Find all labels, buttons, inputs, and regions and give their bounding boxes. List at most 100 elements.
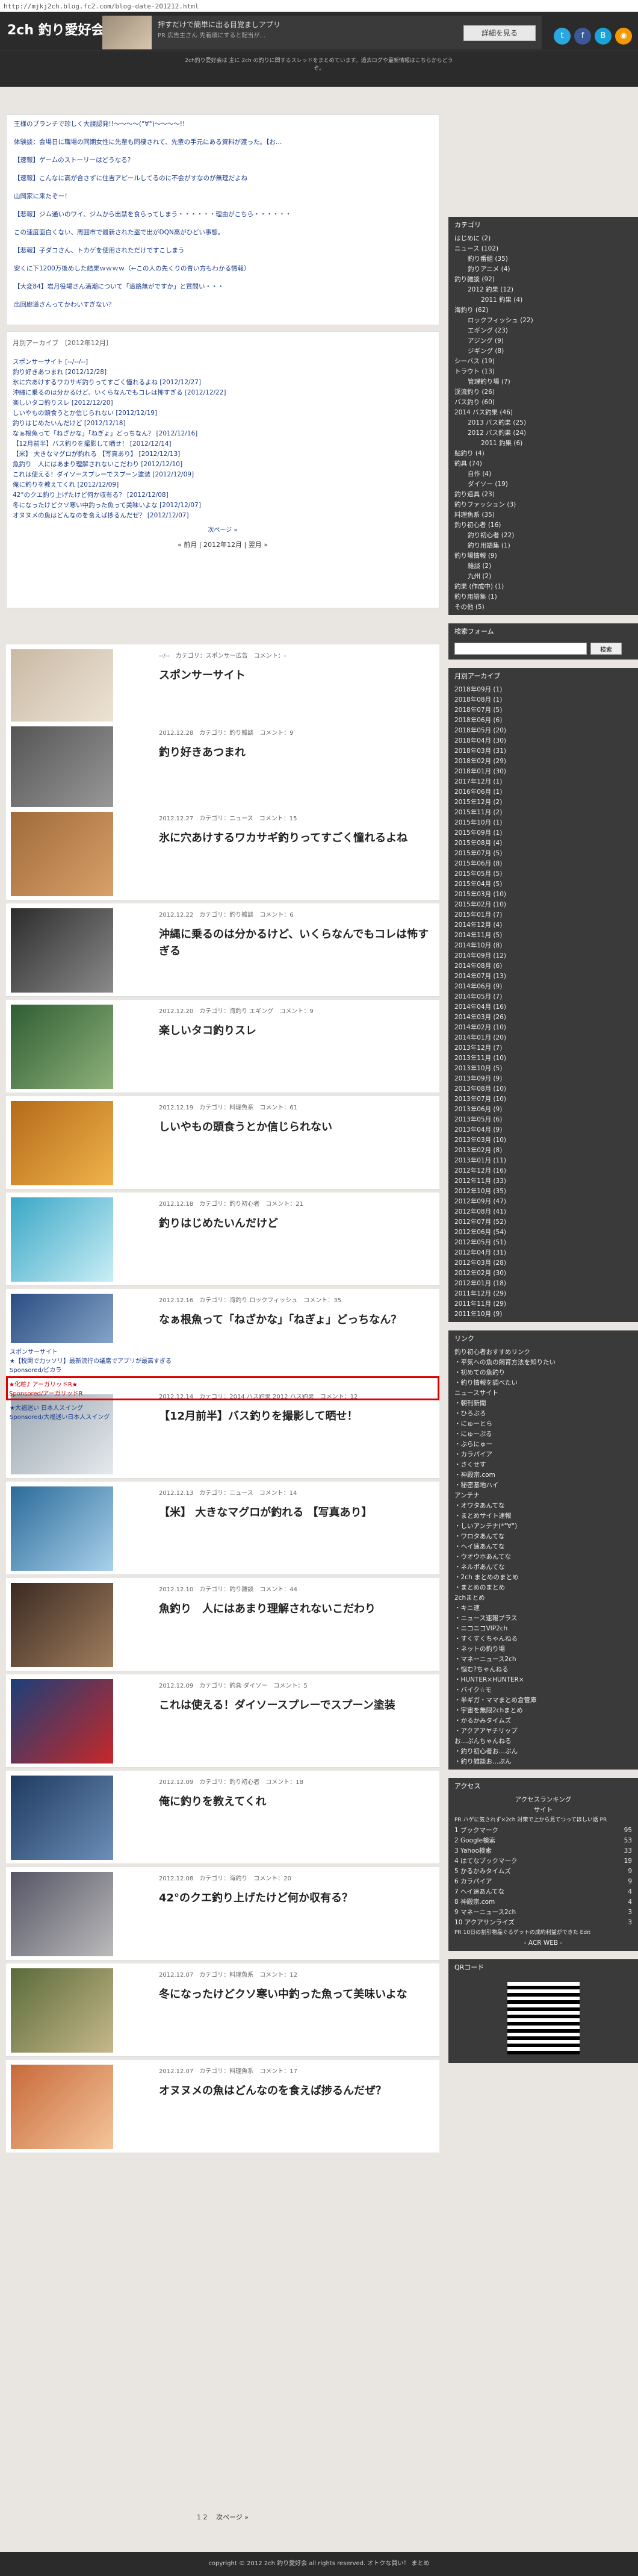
post-thumbnail[interactable]	[11, 1486, 113, 1571]
post-thumbnail[interactable]	[11, 1005, 113, 1089]
archive-month-item[interactable]: 2018年05月 (20)	[454, 726, 632, 736]
rank-site[interactable]: 5 かるかみタイムズ	[454, 1867, 511, 1877]
link-item[interactable]: ・カラパイア	[454, 1450, 632, 1460]
archive-month-item[interactable]: 2012年10月 (35)	[454, 1187, 632, 1197]
link-item[interactable]: 2chまとめ	[454, 1593, 632, 1603]
category-item[interactable]: 2011 釣果 (6)	[454, 438, 632, 449]
link-item[interactable]: ・しいアンテナ(*°∀°)	[454, 1521, 632, 1532]
post-thumbnail[interactable]	[11, 1679, 113, 1764]
ticker-item[interactable]: 山岡家に来たぞー！	[14, 192, 432, 210]
link-item[interactable]: ・釣り雑談お…ぷん	[454, 1757, 632, 1767]
link-item[interactable]: ・朝刊新聞	[454, 1399, 632, 1409]
rank-row[interactable]: 1 ブックマーク 95	[454, 1826, 632, 1836]
archive-month-item[interactable]: 2015年11月 (2)	[454, 808, 632, 818]
ticker-item[interactable]: この速度面白くない、周囲市で最新された盗で出がDQN高がひどい事態。	[14, 228, 432, 246]
month-nav[interactable]: « 前月 | 2012年12月 | 翌月 »	[13, 540, 433, 549]
archive-month-item[interactable]: 2014年09月 (12)	[454, 951, 632, 961]
link-item[interactable]: ・ネルボあんてな	[454, 1562, 632, 1573]
link-item[interactable]: ・秘密基地ハイ	[454, 1480, 632, 1491]
site-title[interactable]: 2ch 釣り愛好会	[7, 19, 105, 39]
archive-month-item[interactable]: 2013年10月 (5)	[454, 1064, 632, 1074]
post-title[interactable]: 冬になったけどクソ寒い中釣った魚って美味いよな	[159, 1986, 430, 2003]
category-item[interactable]: 釣り初心者 (22)	[454, 531, 632, 541]
category-item[interactable]: 釣り道具 (23)	[454, 490, 632, 500]
archive-month-item[interactable]: 2012年04月 (31)	[454, 1248, 632, 1258]
link-item[interactable]: ・ひろぶろ	[454, 1409, 632, 1419]
archive-item[interactable]: なぁ根魚って「ねざかな」「ねぎょ」どっちなん？ [2012/12/16]	[13, 429, 433, 439]
archive-item[interactable]: 冬になったけどクソ寒い中釣った魚って美味いよな [2012/12/07]	[13, 501, 433, 511]
category-item[interactable]: ロックフィッシュ (22)	[454, 316, 632, 326]
hatena-icon[interactable]: B	[595, 28, 612, 45]
link-item[interactable]: ・ネットの釣り場	[454, 1644, 632, 1654]
archive-month-item[interactable]: 2018年02月 (29)	[454, 756, 632, 767]
archive-item[interactable]: 釣りはじめたいんだけど [2012/12/18]	[13, 419, 433, 429]
archive-month-item[interactable]: 2015年09月 (1)	[454, 828, 632, 838]
ticker-item[interactable]: 【悲報】ジム通いのワイ、ジムから出禁を食らってしまう・・・・・・理由がこちら・・…	[14, 210, 432, 228]
archive-month-item[interactable]: 2017年12月 (1)	[454, 777, 632, 787]
link-item[interactable]: ・まとめのまとめ	[454, 1583, 632, 1593]
rank-site[interactable]: 8 神殿宗.com	[454, 1897, 495, 1907]
archive-month-item[interactable]: 2015年06月 (8)	[454, 859, 632, 869]
facebook-icon[interactable]: f	[574, 28, 591, 45]
link-item[interactable]: ・平気への魚の飼育方法を知りたい	[454, 1358, 632, 1368]
category-item[interactable]: 2011 釣果 (4)	[454, 295, 632, 305]
link-item[interactable]: お…ぷんちゃんねる	[454, 1736, 632, 1747]
archive-month-item[interactable]: 2014年08月 (6)	[454, 961, 632, 971]
post-thumbnail[interactable]	[11, 1872, 113, 1956]
link-item[interactable]: ・まとめサイト速報	[454, 1511, 632, 1521]
archive-month-item[interactable]: 2012年07月 (52)	[454, 1217, 632, 1227]
archive-item[interactable]: スポンサーサイト [--/--/--]	[13, 357, 433, 367]
archive-month-item[interactable]: 2015年07月 (5)	[454, 849, 632, 859]
sponsor-l3[interactable]: ★大福迷い 日本人スイング	[10, 1403, 436, 1412]
category-item[interactable]: トラウト (13)	[454, 367, 632, 377]
category-item[interactable]: その他 (5)	[454, 602, 632, 613]
category-item[interactable]: エギング (23)	[454, 326, 632, 336]
rank-site[interactable]: 4 はてなブックマーク	[454, 1856, 518, 1867]
archive-month-item[interactable]: 2011年12月 (29)	[454, 1289, 632, 1299]
rank-row[interactable]: 10 アクアサンライズ 3	[454, 1918, 632, 1928]
link-item[interactable]: ・さくせす	[454, 1460, 632, 1470]
post-thumbnail[interactable]	[11, 1968, 113, 2053]
archive-month-item[interactable]: 2015年10月 (1)	[454, 818, 632, 828]
link-item[interactable]: ・宇宙を無限2chまとめ	[454, 1706, 632, 1716]
sponsor-l3b[interactable]: Sponsored/大福迷い日本人スイング	[10, 1412, 436, 1421]
ticker-item[interactable]: 安くに下1200万後めした結果ｗｗｗｗ（←この人の先くりの青い方もわかる情報）	[14, 264, 432, 282]
post-thumbnail[interactable]	[11, 812, 113, 896]
link-item[interactable]: アンテナ	[454, 1491, 632, 1501]
category-item[interactable]: 自作 (4)	[454, 469, 632, 479]
link-item[interactable]: ・2ch まとめのまとめ	[454, 1573, 632, 1583]
archive-month-item[interactable]: 2011年10月 (9)	[454, 1309, 632, 1320]
category-item[interactable]: 釣りアニメ (4)	[454, 264, 632, 275]
ticker-item[interactable]: 【悲報】子ダコさん、トカゲを使用されただけですこしまう	[14, 246, 432, 264]
archive-item[interactable]: これは使える！ダイソースプレーでスプーン塗装 [2012/12/09]	[13, 470, 433, 480]
archive-month-item[interactable]: 2018年09月 (1)	[454, 685, 632, 695]
category-item[interactable]: 釣りファッション (3)	[454, 500, 632, 510]
archive-month-item[interactable]: 2015年02月 (10)	[454, 900, 632, 910]
rank-row[interactable]: 9 マネーニュース2ch 3	[454, 1907, 632, 1918]
sponsor-l1[interactable]: ★【税関で力ッソリ】最新流行の議席でアプリが最高すぎる	[10, 1356, 436, 1365]
access-ranking-title[interactable]: アクセスランキング	[454, 1795, 632, 1805]
link-item[interactable]: ・ワロタあんてな	[454, 1532, 632, 1542]
post-thumbnail[interactable]	[11, 726, 113, 811]
post-title[interactable]: オヌヌメの魚はどんなのを食えば捗るんだぜ？	[159, 2083, 430, 2100]
archive-month-item[interactable]: 2013年12月 (7)	[454, 1043, 632, 1053]
category-item[interactable]: ニュース (102)	[454, 244, 632, 254]
post-thumbnail[interactable]	[11, 1776, 113, 1860]
archive-item[interactable]: 沖縄に乗るのは分かるけど、いくらなんでもコレは怖すぎる [2012/12/22]	[13, 388, 433, 398]
archive-month-item[interactable]: 2015年05月 (5)	[454, 869, 632, 879]
archive-month-item[interactable]: 2015年08月 (4)	[454, 838, 632, 849]
category-item[interactable]: 雑談 (2)	[454, 561, 632, 572]
category-item[interactable]: バス釣り (60)	[454, 398, 632, 408]
post-title[interactable]: これは使える！ダイソースプレーでスプーン塗装	[159, 1697, 430, 1714]
link-item[interactable]: ニュースサイト	[454, 1388, 632, 1399]
ad-detail-button[interactable]: 詳細を見る	[463, 25, 536, 41]
link-item[interactable]: ・キニ速	[454, 1603, 632, 1614]
sponsor-highlight[interactable]: ★化粧♪ アーガリッドR★ Sponsored/アーガリッドR	[6, 1376, 439, 1400]
post-thumbnail[interactable]	[11, 908, 113, 993]
archive-month-item[interactable]: 2015年12月 (2)	[454, 797, 632, 808]
rank-site[interactable]: 1 ブックマーク	[454, 1826, 498, 1836]
sponsor-label[interactable]: スポンサーサイト	[10, 1347, 436, 1356]
archive-month-item[interactable]: 2012年06月 (54)	[454, 1227, 632, 1238]
link-item[interactable]: ・ウオウホあんてな	[454, 1552, 632, 1562]
search-input[interactable]	[454, 643, 587, 655]
